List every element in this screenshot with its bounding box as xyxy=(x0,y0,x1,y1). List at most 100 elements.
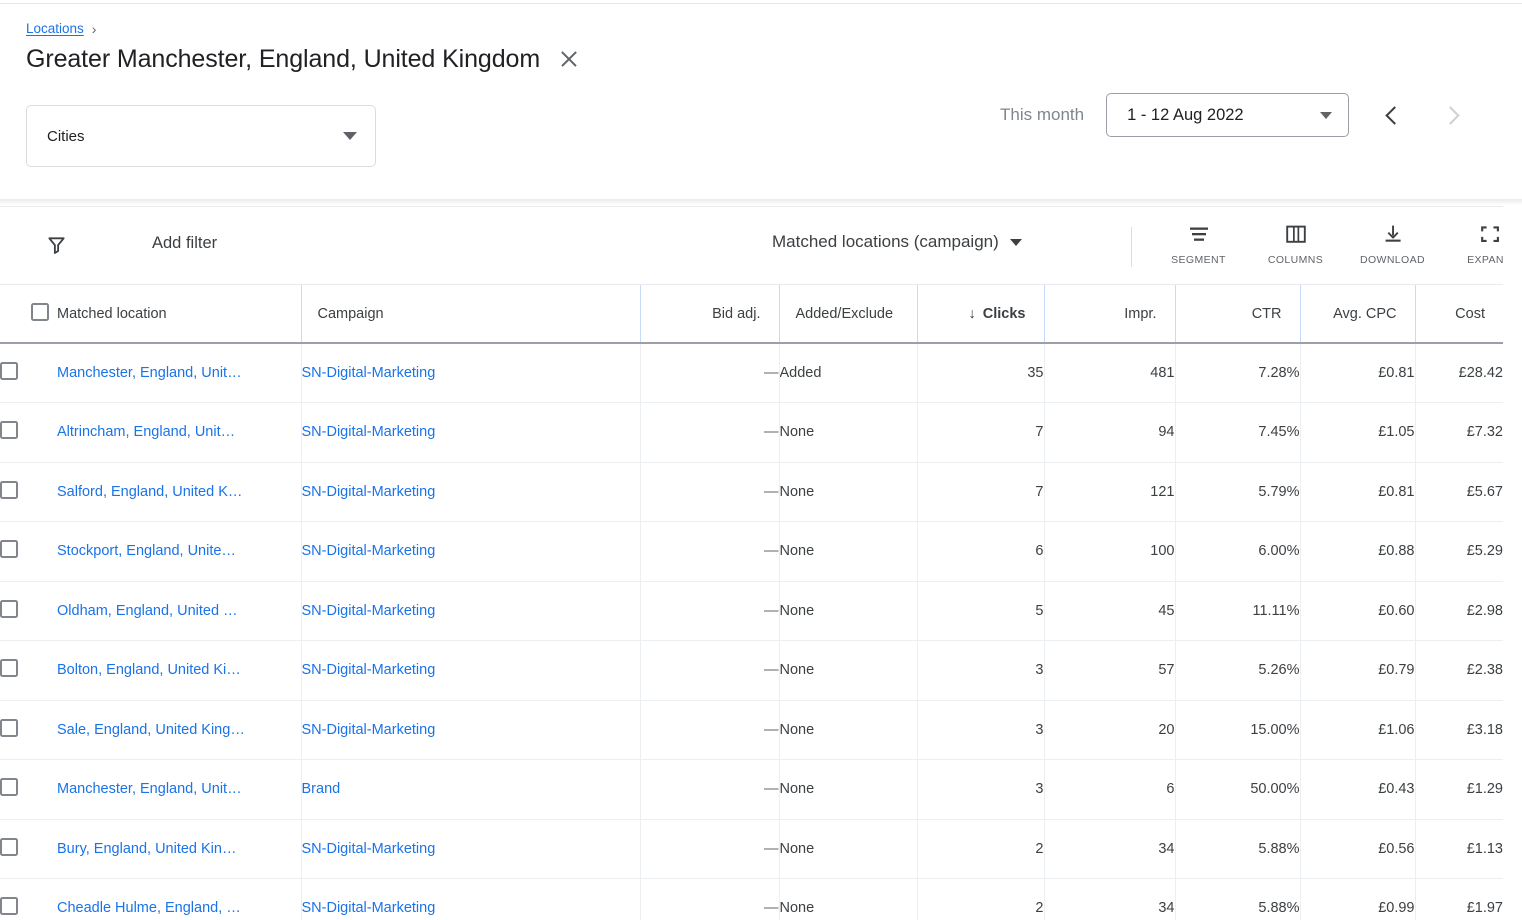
breadcrumb-link-locations[interactable]: Locations xyxy=(26,20,84,38)
cell-impr: 94 xyxy=(1044,402,1176,463)
cell-cost: £1.97 xyxy=(1415,878,1503,920)
table-toolbar: Add filter Matched locations (campaign) xyxy=(0,207,1503,285)
segment-button[interactable]: SEGMENT xyxy=(1150,221,1247,266)
cell-ctr: 50.00% xyxy=(1175,759,1301,820)
chevron-down-icon xyxy=(343,132,357,140)
page-title-row: Greater Manchester, England, United King… xyxy=(26,42,582,76)
cell-impr: 121 xyxy=(1044,462,1176,522)
campaign-link[interactable]: SN-Digital-Marketing xyxy=(302,365,436,381)
cell-impr: 34 xyxy=(1044,878,1176,920)
column-header-impr[interactable]: Impr. xyxy=(1044,285,1176,344)
sort-descending-icon: ↓ xyxy=(968,305,976,322)
row-checkbox[interactable] xyxy=(0,659,18,678)
matched-location-link[interactable]: Bury, England, United Kin… xyxy=(57,841,236,857)
campaign-link[interactable]: Brand xyxy=(302,781,341,797)
cell-clicks: 35 xyxy=(917,343,1045,403)
filter-icon[interactable] xyxy=(40,229,72,261)
cell-bid-adj: — xyxy=(640,640,780,701)
columns-button[interactable]: COLUMNS xyxy=(1247,221,1344,266)
column-header-cost[interactable]: Cost xyxy=(1415,285,1503,344)
column-header-clicks[interactable]: ↓ Clicks xyxy=(917,285,1045,344)
campaign-link[interactable]: SN-Digital-Marketing xyxy=(302,722,436,738)
cell-ctr: 5.88% xyxy=(1175,878,1301,920)
cell-avg-cpc: £0.81 xyxy=(1300,462,1416,522)
campaign-link[interactable]: SN-Digital-Marketing xyxy=(302,543,436,559)
cell-campaign: SN-Digital-Marketing xyxy=(301,462,641,522)
column-header-campaign[interactable]: Campaign xyxy=(301,285,641,344)
row-checkbox[interactable] xyxy=(0,362,18,380)
cell-bid-adj: — xyxy=(640,581,780,641)
campaign-link[interactable]: SN-Digital-Marketing xyxy=(302,603,436,619)
download-button[interactable]: DOWNLOAD xyxy=(1344,221,1441,266)
row-checkbox[interactable] xyxy=(0,897,18,916)
expand-button[interactable]: EXPAND xyxy=(1441,221,1503,266)
cell-clicks: 3 xyxy=(917,640,1045,701)
row-checkbox[interactable] xyxy=(0,540,18,559)
row-checkbox[interactable] xyxy=(0,778,18,797)
location-type-select[interactable]: Cities xyxy=(26,105,376,167)
table-row: Stockport, England, Unite… SN-Digital-Ma… xyxy=(0,521,1503,582)
matched-location-link[interactable]: Altrincham, England, Unit… xyxy=(57,424,235,440)
cell-avg-cpc: £0.56 xyxy=(1300,819,1416,879)
breadcrumb-separator-icon: › xyxy=(91,21,97,37)
matched-location-link[interactable]: Manchester, England, Unit… xyxy=(57,781,242,797)
previous-period-button[interactable] xyxy=(1371,94,1413,136)
campaign-link[interactable]: SN-Digital-Marketing xyxy=(302,900,436,916)
row-checkbox[interactable] xyxy=(0,421,18,440)
campaign-link[interactable]: SN-Digital-Marketing xyxy=(302,662,436,678)
column-header-bid-adj[interactable]: Bid adj. xyxy=(640,285,780,344)
cell-added-excluded: None xyxy=(779,640,918,701)
chevron-down-icon xyxy=(1320,111,1333,119)
cell-ctr: 7.45% xyxy=(1175,402,1301,463)
cell-impr: 20 xyxy=(1044,700,1176,760)
add-filter-button[interactable]: Add filter xyxy=(152,234,217,253)
cell-bid-adj: — xyxy=(640,462,780,522)
column-header-ctr[interactable]: CTR xyxy=(1175,285,1301,344)
matched-location-link[interactable]: Stockport, England, Unite… xyxy=(57,543,236,559)
cell-avg-cpc: £0.43 xyxy=(1300,759,1416,820)
column-header-matched-location[interactable]: Matched location xyxy=(57,285,302,344)
date-range-select[interactable]: 1 - 12 Aug 2022 xyxy=(1106,93,1350,137)
cell-matched-location: Salford, England, United K… xyxy=(57,462,302,522)
cell-impr: 57 xyxy=(1044,640,1176,701)
campaign-link[interactable]: SN-Digital-Marketing xyxy=(302,841,436,857)
cell-added-excluded: None xyxy=(779,402,918,463)
matched-location-link[interactable]: Cheadle Hulme, England, … xyxy=(57,900,241,916)
column-header-added-excluded[interactable]: Added/Exclude xyxy=(779,285,918,344)
segment-label: SEGMENT xyxy=(1171,254,1226,266)
location-type-value: Cities xyxy=(47,127,85,145)
locations-table: Matched location Campaign Bid adj. Added… xyxy=(0,285,1503,920)
cell-avg-cpc: £0.88 xyxy=(1300,521,1416,582)
matched-location-link[interactable]: Manchester, England, Unit… xyxy=(57,365,242,381)
toolbar-actions: SEGMENT COLUMNS DOWNLOAD EXPA xyxy=(1150,221,1503,266)
page-header: Locations › Greater Manchester, England,… xyxy=(0,4,1522,199)
view-type-dropdown-label: Matched locations (campaign) xyxy=(772,232,999,251)
matched-location-link[interactable]: Oldham, England, United … xyxy=(57,603,238,619)
columns-label: COLUMNS xyxy=(1267,254,1324,266)
view-type-dropdown[interactable]: Matched locations (campaign) xyxy=(772,232,1022,252)
row-checkbox[interactable] xyxy=(0,480,18,499)
cell-avg-cpc: £1.05 xyxy=(1300,402,1416,463)
cell-ctr: 15.00% xyxy=(1175,700,1301,760)
next-period-button[interactable] xyxy=(1431,94,1473,136)
cell-cost: £2.98 xyxy=(1415,581,1503,641)
chevron-down-icon xyxy=(1009,238,1022,246)
row-select-cell xyxy=(0,402,57,463)
toolbar-divider xyxy=(1131,227,1132,267)
select-all-checkbox[interactable] xyxy=(30,302,49,321)
matched-location-link[interactable]: Sale, England, United King… xyxy=(57,722,245,738)
cell-cost: £28.42 xyxy=(1415,343,1503,403)
cell-avg-cpc: £0.79 xyxy=(1300,640,1416,701)
cell-ctr: 5.26% xyxy=(1175,640,1301,701)
matched-location-link[interactable]: Bolton, England, United Ki… xyxy=(57,662,241,678)
row-checkbox[interactable] xyxy=(0,837,18,856)
campaign-link[interactable]: SN-Digital-Marketing xyxy=(302,484,436,500)
campaign-link[interactable]: SN-Digital-Marketing xyxy=(302,424,436,440)
close-icon[interactable] xyxy=(556,46,582,72)
matched-location-link[interactable]: Salford, England, United K… xyxy=(57,484,242,500)
column-header-avg-cpc[interactable]: Avg. CPC xyxy=(1300,285,1416,344)
row-checkbox[interactable] xyxy=(0,718,18,737)
row-checkbox[interactable] xyxy=(0,599,18,618)
cell-added-excluded: None xyxy=(779,819,918,879)
cell-campaign: SN-Digital-Marketing xyxy=(301,640,641,701)
